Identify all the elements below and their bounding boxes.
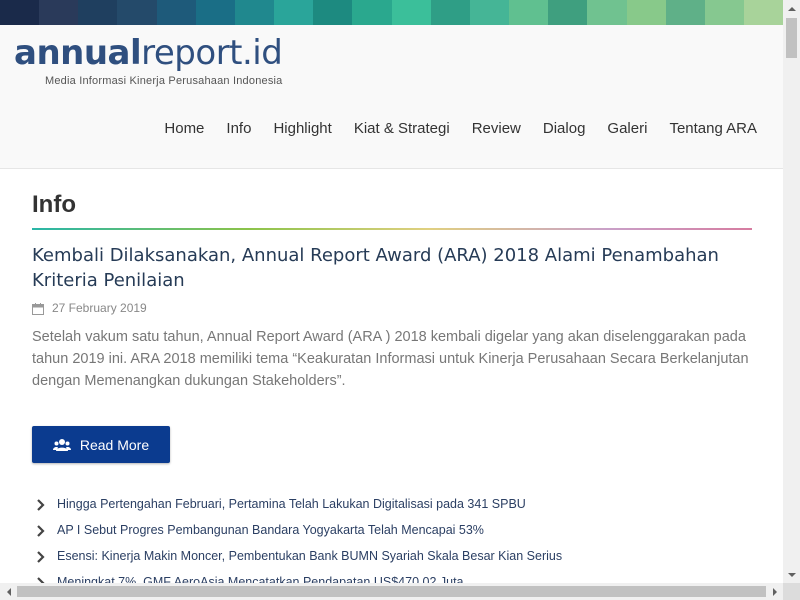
scroll-up-arrow-icon[interactable] xyxy=(783,0,800,17)
banner-tile xyxy=(587,0,627,25)
banner-tile xyxy=(548,0,588,25)
banner-tile xyxy=(195,0,235,25)
banner-tile xyxy=(665,0,705,25)
top-banner xyxy=(0,0,783,25)
logo-part-report: report xyxy=(141,33,242,73)
horizontal-scrollbar[interactable] xyxy=(0,583,783,600)
nav-home[interactable]: Home xyxy=(164,120,204,137)
banner-tile xyxy=(469,0,510,25)
chevron-right-icon xyxy=(36,550,46,563)
read-more-button[interactable]: Read More xyxy=(32,426,170,463)
banner-tile xyxy=(156,0,196,25)
related-link[interactable]: Meningkat 7%, GMF AeroAsia Mencatatkan P… xyxy=(57,575,464,583)
banner-tile xyxy=(78,0,118,25)
logo-part-annual: annual xyxy=(14,33,142,73)
nav-info[interactable]: Info xyxy=(226,120,251,137)
browser-viewport: annualreport.id Media Informasi Kinerja … xyxy=(0,0,783,583)
banner-tile xyxy=(352,0,392,25)
article-date: 27 February 2019 xyxy=(32,301,147,315)
site-tagline: Media Informasi Kinerja Perusahaan Indon… xyxy=(45,75,283,87)
article-excerpt: Setelah vakum satu tahun, Annual Report … xyxy=(32,329,749,389)
site-logo[interactable]: annualreport.id xyxy=(14,33,283,73)
banner-tile xyxy=(39,0,79,25)
site-header: annualreport.id Media Informasi Kinerja … xyxy=(0,25,783,169)
chevron-right-icon xyxy=(36,524,46,537)
nav-dialog[interactable]: Dialog xyxy=(543,120,586,137)
banner-tile xyxy=(117,0,157,25)
scroll-down-arrow-icon[interactable] xyxy=(783,566,800,583)
banner-tile xyxy=(509,0,549,25)
scroll-left-arrow-icon[interactable] xyxy=(0,583,17,600)
read-more-label: Read More xyxy=(79,436,150,453)
list-item: AP I Sebut Progres Pembangunan Bandara Y… xyxy=(36,517,752,543)
banner-tile xyxy=(704,0,744,25)
chevron-right-icon xyxy=(36,498,46,511)
banner-tile xyxy=(391,0,431,25)
vertical-scroll-thumb[interactable] xyxy=(786,18,797,58)
related-links: Hingga Pertengahan Februari, Pertamina T… xyxy=(36,491,752,583)
list-item: Esensi: Kinerja Makin Moncer, Pembentuka… xyxy=(36,543,752,569)
date-label: 27 February 2019 xyxy=(52,301,147,315)
vertical-scrollbar[interactable] xyxy=(783,0,800,583)
scroll-right-arrow-icon[interactable] xyxy=(766,583,783,600)
logo-part-domain: .id xyxy=(242,33,283,73)
main-nav: Home Info Highlight Kiat & Strategi Revi… xyxy=(142,120,757,137)
banner-tile xyxy=(313,0,353,25)
banner-tile xyxy=(0,0,40,25)
banner-tile xyxy=(626,0,666,25)
nav-tentang-ara[interactable]: Tentang ARA xyxy=(669,120,757,137)
scrollbar-corner xyxy=(783,583,800,600)
related-link[interactable]: Esensi: Kinerja Makin Moncer, Pembentuka… xyxy=(57,549,562,563)
calendar-icon xyxy=(32,302,44,315)
banner-tile xyxy=(234,0,275,25)
banner-tile xyxy=(430,0,470,25)
horizontal-scroll-thumb[interactable] xyxy=(17,586,766,597)
related-link[interactable]: Hingga Pertengahan Februari, Pertamina T… xyxy=(57,497,526,511)
nav-galeri[interactable]: Galeri xyxy=(607,120,647,137)
banner-tile xyxy=(743,0,783,25)
page-title: Info xyxy=(32,191,76,218)
title-divider xyxy=(32,228,752,230)
nav-review[interactable]: Review xyxy=(472,120,521,137)
chevron-right-icon xyxy=(36,576,46,583)
users-icon xyxy=(52,438,71,452)
list-item: Meningkat 7%, GMF AeroAsia Mencatatkan P… xyxy=(36,569,752,583)
list-item: Hingga Pertengahan Februari, Pertamina T… xyxy=(36,491,752,517)
article-title[interactable]: Kembali Dilaksanakan, Annual Report Awar… xyxy=(32,243,732,293)
banner-tile xyxy=(274,0,314,25)
nav-highlight[interactable]: Highlight xyxy=(273,120,331,137)
nav-kiat-strategi[interactable]: Kiat & Strategi xyxy=(354,120,450,137)
related-link[interactable]: AP I Sebut Progres Pembangunan Bandara Y… xyxy=(57,523,484,537)
